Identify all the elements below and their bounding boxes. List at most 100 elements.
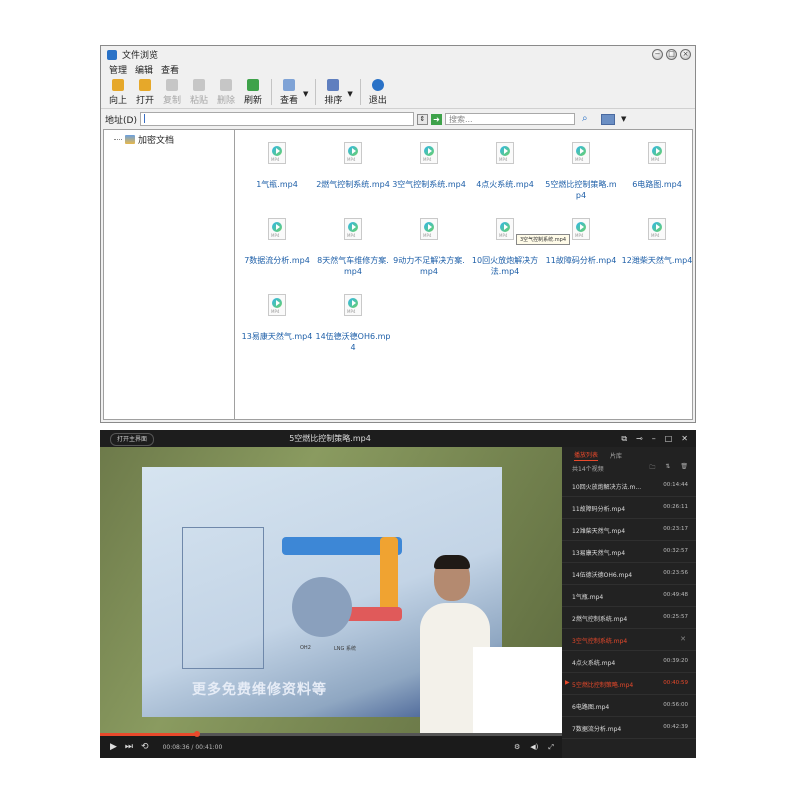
mini-mode-icon[interactable]: ⧉	[621, 434, 627, 444]
slide-orange-pipe	[380, 537, 398, 617]
tab-playlist[interactable]: 播放列表	[574, 450, 599, 461]
search-icon[interactable]: ⌕	[582, 114, 592, 124]
volume-icon[interactable]: ◀)	[530, 743, 538, 752]
remove-item-icon[interactable]: ✕	[680, 635, 686, 643]
pin-icon[interactable]: ⊸	[636, 434, 643, 444]
video-count: 共14个视频	[572, 465, 604, 473]
video-file-icon: MP4	[648, 218, 666, 240]
refresh-button[interactable]: 刷新	[240, 79, 266, 108]
exit-button[interactable]: 退出	[365, 79, 391, 108]
playlist-item[interactable]: 11故障码分析.mp4 00:26:11	[562, 497, 696, 519]
tab-library[interactable]: 片库	[610, 451, 622, 461]
fullscreen-icon[interactable]: ⤢	[548, 743, 554, 752]
file-item[interactable]: MP4 14伍德沃德OH6.mp4	[315, 294, 391, 353]
open-folder-icon[interactable]: 🗀	[649, 463, 655, 473]
player-controls: ▶ ⏭ ⟲ 00:08:36 / 00:41:00 ⚙ ◀) ⤢	[100, 731, 562, 758]
playlist-item[interactable]: 1气瓶.mp4 00:49:48	[562, 585, 696, 607]
file-item[interactable]: MP4 8天然气车维修方案.mp4	[315, 218, 391, 277]
loop-icon[interactable]: ⟲	[141, 742, 149, 752]
minimize-icon[interactable]: –	[652, 434, 656, 444]
playlist-item[interactable]: 6电路图.mp4 00:56:00	[562, 695, 696, 717]
close-button[interactable]: ×	[680, 49, 691, 60]
file-item[interactable]: MP4 3空气控制系统.mp4	[391, 142, 467, 190]
video-file-icon: MP4	[344, 218, 362, 240]
play-icon[interactable]: ▶	[110, 742, 117, 752]
playlist-item[interactable]: ▶ 5空燃比控制策略.mp4 00:40:59	[562, 673, 696, 695]
folder-icon	[125, 135, 135, 144]
delete-button[interactable]: 删除	[213, 79, 239, 108]
tree-connector	[114, 139, 122, 140]
playlist-header: 共14个视频 🗀 ⇅ 🗑	[562, 461, 696, 475]
playlist-item[interactable]: 13易康天然气.mp4 00:32:57	[562, 541, 696, 563]
address-input[interactable]	[139, 112, 414, 126]
toolbar-divider	[359, 79, 361, 105]
text-cursor	[143, 114, 145, 123]
video-frame[interactable]: OH2 LNG 系统 更多免费维修资料等	[100, 447, 562, 733]
view-button[interactable]: 查看	[276, 79, 302, 108]
menu-manage[interactable]: 管理	[109, 63, 127, 76]
file-item[interactable]: MP4 5空燃比控制策略.mp4	[543, 142, 619, 201]
search-input[interactable]: 搜索...	[444, 113, 575, 125]
address-dropdown-button[interactable]: ⇕	[416, 113, 428, 125]
playlist-item-duration: 00:39:20	[663, 658, 688, 664]
go-button[interactable]: ➜	[430, 113, 442, 125]
view-dropdown-icon[interactable]: ▼	[303, 90, 308, 98]
view-grid-icon	[283, 79, 295, 91]
up-label: 向上	[108, 96, 127, 106]
open-label: 打开	[135, 96, 154, 106]
playlist-item[interactable]: 2燃气控制系统.mp4 00:25:57	[562, 607, 696, 629]
tree-item-label: 加密文档	[138, 136, 175, 146]
trash-icon[interactable]: 🗑	[680, 463, 688, 473]
playlist-item-name: 14伍德沃德OH6.mp4	[572, 572, 633, 579]
paste-button[interactable]: 粘贴	[186, 79, 212, 108]
playlist-item-name: 10回火放炮解决方法.m...	[572, 484, 642, 491]
file-item[interactable]: MP4 2燃气控制系统.mp4	[315, 142, 391, 190]
settings-icon[interactable]: ⚙	[514, 743, 520, 752]
view-mode-dropdown-icon[interactable]: ▼	[621, 115, 626, 123]
progress-bar[interactable]	[100, 731, 562, 737]
next-icon[interactable]: ⏭	[125, 742, 133, 752]
file-item[interactable]: MP4 13易康天然气.mp4	[239, 294, 315, 342]
address-label: 地址(D)	[105, 115, 137, 126]
file-item[interactable]: MP4 4点火系统.mp4	[467, 142, 543, 190]
video-file-icon: MP4	[496, 218, 514, 240]
presenter-hair	[434, 555, 470, 569]
playlist-item[interactable]: 3空气控制系统.mp4 ✕	[562, 629, 696, 651]
up-button[interactable]: 向上	[105, 79, 131, 108]
playlist-item[interactable]: 10回火放炮解决方法.m... 00:14:44	[562, 475, 696, 497]
maximize-button[interactable]: □	[666, 49, 677, 60]
sort-dropdown-icon[interactable]: ▼	[347, 90, 352, 98]
file-item[interactable]: MP4 9动力不足解决方案.mp4	[391, 218, 467, 277]
refresh-icon	[247, 79, 259, 91]
window-title: 文件浏览	[122, 51, 159, 61]
toolbar-divider	[315, 79, 317, 105]
view-mode-icon[interactable]	[600, 113, 615, 125]
file-item[interactable]: MP4 7数据流分析.mp4	[239, 218, 315, 266]
playlist-item[interactable]: 14伍德沃德OH6.mp4 00:23:56	[562, 563, 696, 585]
tree-item-encrypted-docs[interactable]: 加密文档	[114, 133, 174, 146]
file-item[interactable]: MP4 12潍柴天然气.mp4	[619, 218, 695, 266]
refresh-label: 刷新	[243, 96, 262, 106]
file-item[interactable]: MP4 1气瓶.mp4	[239, 142, 315, 190]
playlist-item[interactable]: 7数据流分析.mp4 00:42:39	[562, 717, 696, 739]
address-bar: 地址(D) ⇕ ➜ 搜索... ⌕ ▼	[101, 111, 695, 127]
close-icon[interactable]: ✕	[681, 434, 688, 444]
open-button[interactable]: 打开	[132, 79, 158, 108]
minimize-button[interactable]: −	[652, 49, 663, 60]
file-name: 1气瓶.mp4	[256, 180, 298, 189]
file-item[interactable]: MP4 6电路图.mp4	[619, 142, 695, 190]
file-item[interactable]: MP4 10回火放炮解决方法.mp4	[467, 218, 543, 277]
sort-button[interactable]: 排序	[320, 79, 346, 108]
playlist-item[interactable]: 4点火系统.mp4 00:39:20	[562, 651, 696, 673]
menu-view[interactable]: 查看	[161, 63, 179, 76]
playlist-item-name: 12潍柴天然气.mp4	[572, 528, 626, 535]
sort-icon[interactable]: ⇅	[665, 463, 670, 473]
delete-label: 删除	[216, 96, 235, 106]
progress-handle[interactable]	[194, 731, 201, 737]
menu-edit[interactable]: 编辑	[135, 63, 153, 76]
copy-button[interactable]: 复制	[159, 79, 185, 108]
file-name: 5空燃比控制策略.mp4	[545, 180, 617, 200]
playlist-item[interactable]: 12潍柴天然气.mp4 00:23:17	[562, 519, 696, 541]
maximize-icon[interactable]: □	[665, 434, 673, 444]
playlist-item-name: 6电路图.mp4	[572, 704, 610, 711]
